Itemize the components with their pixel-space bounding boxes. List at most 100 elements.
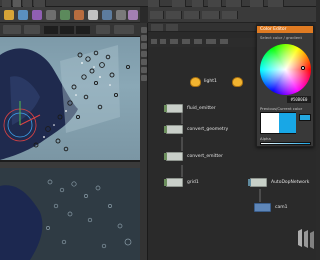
shelf-tool-icon[interactable] (88, 10, 98, 20)
node-convert-emitter[interactable]: convert_emitter (164, 152, 236, 161)
menu-item[interactable] (220, 39, 228, 44)
node-label: cam1 (275, 205, 288, 210)
tab-5[interactable] (148, 0, 160, 7)
tab-3[interactable] (23, 0, 33, 7)
shelf-tool-icon[interactable] (128, 10, 138, 20)
pane-tab[interactable] (166, 11, 182, 19)
path-crumb[interactable] (166, 24, 178, 31)
previous-color-label: Previous/Current color (260, 106, 303, 111)
node-flag[interactable] (164, 153, 167, 160)
particle-rings-2 (46, 179, 132, 249)
current-color-swatch[interactable] (299, 114, 311, 121)
tab-11[interactable] (268, 0, 284, 7)
light-node-label: light1 (204, 79, 217, 84)
tab-9[interactable] (226, 0, 242, 7)
node-cam[interactable]: cam1 (254, 203, 294, 212)
node-flag[interactable] (248, 179, 251, 186)
view-tool-icon[interactable] (141, 75, 147, 81)
tab-2[interactable] (13, 0, 22, 7)
node-body (254, 203, 271, 212)
fluid-mass-2 (0, 185, 43, 260)
pane-tab[interactable] (150, 11, 164, 19)
shelf-tool-icon[interactable] (60, 10, 70, 20)
shelf-tool-icon[interactable] (18, 10, 28, 20)
secondary-viewport[interactable] (0, 160, 140, 260)
view-tool-icon[interactable] (141, 27, 147, 33)
node-body (166, 152, 183, 161)
node-body (166, 104, 183, 113)
logo-icon (298, 229, 314, 249)
network-pane-tabs (148, 7, 316, 23)
houdini-app: light1 fluid_emitter convert_geometry co… (0, 0, 316, 260)
menu-item[interactable] (206, 39, 216, 44)
menu-item[interactable] (170, 39, 178, 44)
tab-6[interactable] (172, 0, 186, 7)
top-menu-bar (0, 0, 316, 7)
secondary-scene (0, 162, 140, 260)
shelf-tool-icon[interactable] (4, 10, 14, 20)
menu-item[interactable] (151, 39, 157, 44)
node-flag[interactable] (164, 179, 167, 186)
node-flag[interactable] (164, 126, 167, 133)
light-node[interactable]: light1 (190, 77, 230, 89)
pane-tab[interactable] (222, 11, 238, 19)
hex-color-field[interactable]: #50B0E0 (287, 96, 311, 103)
tab-1[interactable] (2, 0, 12, 7)
node-label: AutoDopNetwork (271, 180, 310, 185)
node-label: fluid_emitter (187, 106, 216, 111)
node-flag[interactable] (164, 105, 167, 112)
pane-tab[interactable] (184, 11, 200, 19)
shelf-tool-icon[interactable] (74, 10, 84, 20)
light-node-2[interactable] (232, 77, 246, 89)
network-menu-bar (148, 38, 256, 47)
network-path-bar (148, 23, 256, 32)
tab-8[interactable] (208, 0, 222, 7)
viewport-option[interactable] (114, 25, 134, 34)
shelf-tool-icon[interactable] (102, 10, 112, 20)
node-convert-geometry[interactable]: convert_geometry (164, 125, 236, 134)
viewport-toolbar (0, 23, 140, 37)
view-tool-icon[interactable] (141, 43, 147, 49)
viewport-scene (0, 45, 131, 160)
node-fluid-emitter[interactable]: fluid_emitter (164, 104, 226, 113)
viewport-side-toolbar (140, 23, 148, 260)
view-tool-icon[interactable] (141, 35, 147, 41)
translate-x-field[interactable] (44, 26, 58, 34)
menu-item[interactable] (160, 39, 166, 44)
tab-4[interactable] (34, 0, 46, 7)
alpha-label: Alpha (260, 136, 271, 141)
node-label: convert_geometry (187, 127, 229, 132)
scene-viewport[interactable] (0, 37, 140, 160)
translate-y-field[interactable] (60, 26, 74, 34)
viewport-option[interactable] (96, 25, 110, 34)
node-autodopnetwork[interactable]: AutoDopNetwork (248, 178, 316, 187)
color-wheel-picker[interactable] (301, 66, 305, 70)
translate-z-field[interactable] (76, 26, 90, 34)
node-body (166, 178, 183, 187)
path-crumb[interactable] (151, 24, 163, 31)
view-tool-icon[interactable] (141, 67, 147, 73)
pane-tab[interactable] (202, 11, 220, 19)
alpha-slider[interactable] (260, 142, 311, 145)
node-grid[interactable]: grid1 (164, 178, 226, 187)
color-editor-title[interactable]: Color Editor (257, 26, 313, 33)
color-swatch[interactable] (260, 112, 296, 134)
secondary-toolbar (0, 162, 140, 168)
viewport-tab[interactable] (24, 25, 40, 34)
view-tool-icon[interactable] (141, 59, 147, 65)
shelf-toolbar (0, 7, 140, 23)
tab-7[interactable] (192, 0, 204, 7)
color-editor-dialog: Color Editor Select color / gradient #50… (256, 25, 314, 147)
viewport-tab[interactable] (3, 25, 21, 34)
menu-item[interactable] (182, 39, 190, 44)
node-label: convert_emitter (187, 154, 223, 159)
node-body (166, 125, 183, 134)
shelf-tool-icon[interactable] (32, 10, 42, 20)
light-icon (190, 77, 201, 87)
node-label: grid1 (187, 180, 199, 185)
shelf-tool-icon[interactable] (46, 10, 56, 20)
shelf-tool-icon[interactable] (116, 10, 126, 20)
tab-10[interactable] (250, 0, 264, 7)
menu-item[interactable] (194, 39, 202, 44)
view-tool-icon[interactable] (141, 51, 147, 57)
